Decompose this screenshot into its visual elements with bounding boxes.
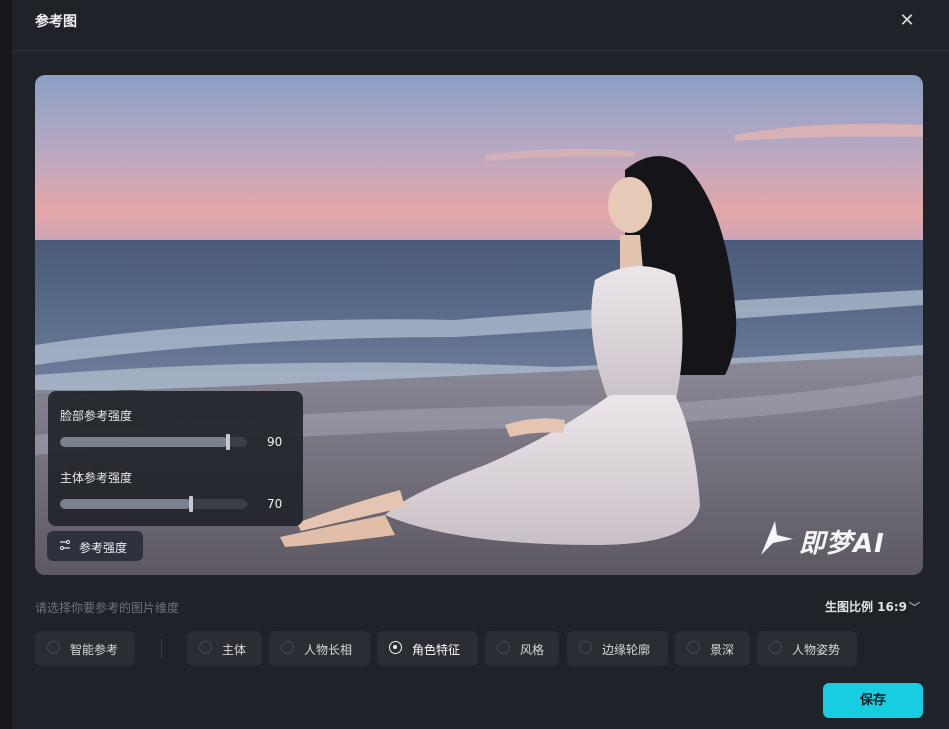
close-icon[interactable]: ✕ [896, 10, 918, 32]
radio-icon [579, 641, 592, 654]
dimension-label: 人物姿势 [792, 643, 841, 657]
dialog-header: 参考图 ✕ [12, 0, 949, 51]
dimension-option[interactable]: 智能参考 [35, 631, 135, 666]
dimension-option[interactable]: 角色特征 [377, 631, 478, 666]
aspect-ratio-selector[interactable]: 生图比例 16:9 ﹀ [825, 598, 920, 615]
save-button[interactable]: 保存 [823, 683, 923, 718]
body-strength-thumb[interactable] [189, 496, 193, 512]
body-strength-value: 70 [267, 497, 283, 511]
dimension-label: 主体 [222, 643, 247, 657]
radio-icon [47, 641, 60, 654]
radio-icon [389, 641, 402, 654]
aspect-ratio-label: 生图比例 16:9 [825, 600, 908, 614]
face-strength-thumb[interactable] [226, 434, 230, 450]
reference-image-preview: 脸部参考强度 90 主体参考强度 70 参考强度 即梦AI [35, 75, 923, 575]
chevron-down-icon: ﹀ [909, 601, 921, 614]
radio-icon [199, 641, 212, 654]
dimension-label: 角色特征 [412, 643, 461, 657]
dialog-title: 参考图 [35, 14, 77, 30]
face-strength-fill [60, 437, 228, 447]
face-strength-slider[interactable] [60, 434, 247, 450]
dimension-option[interactable]: 风格 [485, 631, 559, 666]
dimension-option[interactable]: 边缘轮廓 [567, 631, 668, 666]
dimension-option[interactable]: 主体 [187, 631, 262, 666]
dimension-label: 景深 [710, 643, 735, 657]
dimension-label: 智能参考 [70, 643, 119, 657]
watermark: 即梦AI [757, 517, 907, 559]
radio-icon [769, 641, 782, 654]
reference-strength-button[interactable]: 参考强度 [47, 531, 143, 561]
face-strength-label: 脸部参考强度 [60, 409, 133, 423]
body-strength-slider[interactable] [60, 496, 247, 512]
dimension-option[interactable]: 人物姿势 [757, 631, 857, 666]
divider [161, 639, 162, 659]
sliders-icon [60, 540, 70, 550]
dimension-option[interactable]: 人物长相 [269, 631, 370, 666]
reference-strength-label: 参考强度 [79, 541, 128, 555]
body-strength-label: 主体参考强度 [60, 471, 133, 485]
dimension-hint: 请选择你要参考的图片维度 [35, 601, 180, 615]
reference-strength-panel: 脸部参考强度 90 主体参考强度 70 [48, 391, 303, 526]
dimension-label: 边缘轮廓 [602, 643, 651, 657]
radio-icon [497, 641, 510, 654]
face-strength-value: 90 [267, 435, 283, 449]
dimension-label: 风格 [520, 643, 545, 657]
watermark-text: 即梦AI [799, 529, 885, 559]
body-strength-fill [60, 499, 191, 509]
logo-icon [761, 521, 793, 555]
dimension-label: 人物长相 [304, 643, 353, 657]
dimension-option[interactable]: 景深 [675, 631, 750, 666]
radio-icon [281, 641, 294, 654]
radio-icon [687, 641, 700, 654]
reference-image-dialog: 参考图 ✕ 脸部参考强度 90 主体参考强度 70 参考强度 即梦AI 请选择你… [12, 0, 949, 729]
